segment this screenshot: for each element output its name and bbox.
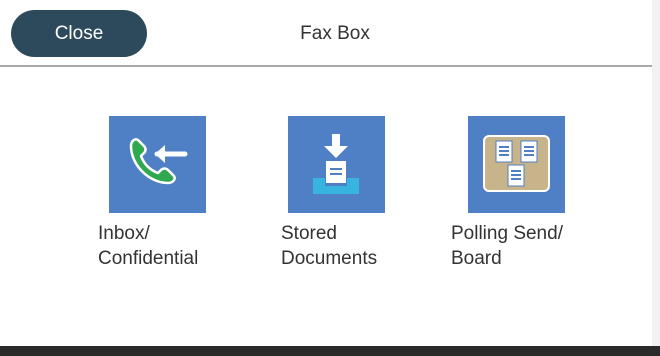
- header-bar: Close Fax Box: [0, 0, 660, 67]
- inbox-confidential-tile[interactable]: Inbox/ Confidential: [98, 116, 258, 276]
- bottom-bezel: [0, 346, 660, 356]
- bulletin-board-icon: [468, 116, 565, 213]
- tile-label-line: Documents: [281, 248, 378, 269]
- tile-label-line: Stored: [281, 223, 337, 244]
- screen-edge: [652, 0, 660, 346]
- document-tray-icon: [288, 116, 385, 213]
- page-title: Fax Box: [300, 22, 370, 44]
- tile-label-line: Polling Send/: [451, 223, 563, 244]
- tile-label-line: Board: [451, 248, 502, 269]
- inbox-confidential-label: Inbox/ Confidential: [98, 221, 258, 271]
- tile-label-line: Confidential: [98, 248, 199, 269]
- polling-send-board-tile[interactable]: Polling Send/ Board: [451, 116, 611, 276]
- polling-send-board-label: Polling Send/ Board: [451, 221, 611, 271]
- incoming-call-icon: [109, 116, 206, 213]
- close-button[interactable]: Close: [11, 10, 147, 57]
- stored-documents-tile[interactable]: Stored Documents: [281, 116, 441, 276]
- tile-label-line: Inbox/: [98, 223, 150, 244]
- fax-box-screen: Close Fax Box Inbox/ Confidential Stored…: [0, 0, 660, 356]
- stored-documents-label: Stored Documents: [281, 221, 441, 271]
